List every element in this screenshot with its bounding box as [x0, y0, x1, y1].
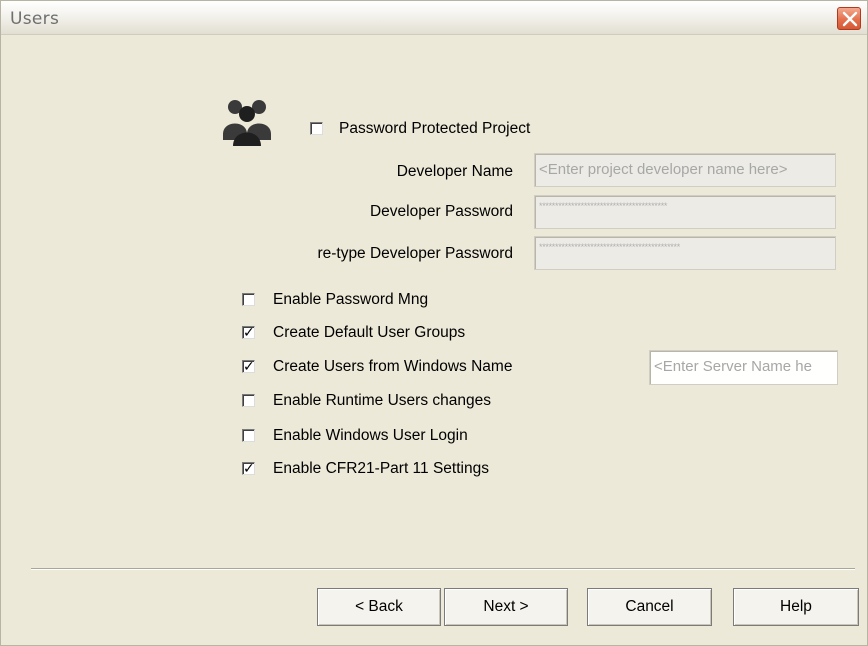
- password-protected-label: Password Protected Project: [339, 120, 531, 137]
- next-button[interactable]: Next >: [444, 588, 568, 626]
- enable-windows-login-label: Enable Windows User Login: [273, 427, 468, 444]
- back-button[interactable]: < Back: [317, 588, 441, 626]
- password-protected-checkbox[interactable]: [310, 122, 323, 135]
- close-button[interactable]: [837, 7, 861, 30]
- retype-password-label: re-type Developer Password: [317, 245, 513, 262]
- users-dialog: Users Password Protected Project Develop…: [0, 0, 868, 646]
- create-default-groups-label: Create Default User Groups: [273, 324, 466, 341]
- create-users-windows-checkbox[interactable]: ✓: [242, 358, 255, 374]
- create-users-windows-label: Create Users from Windows Name: [273, 358, 513, 375]
- enable-windows-login-checkbox[interactable]: [242, 429, 255, 442]
- create-default-groups-checkbox[interactable]: ✓: [242, 324, 255, 340]
- title-bar[interactable]: Users: [1, 1, 867, 35]
- divider: [31, 568, 855, 570]
- close-icon: [842, 11, 858, 27]
- developer-name-label: Developer Name: [396, 163, 513, 180]
- window-title: Users: [10, 9, 60, 29]
- cancel-button[interactable]: Cancel: [587, 588, 712, 626]
- enable-password-mng-checkbox[interactable]: [242, 293, 255, 306]
- enable-cfr21-checkbox[interactable]: ✓: [242, 460, 255, 476]
- users-group-icon: [223, 100, 271, 146]
- enable-cfr21-label: Enable CFR21-Part 11 Settings: [273, 460, 489, 477]
- developer-name-field[interactable]: <Enter project developer name here>: [534, 153, 836, 187]
- enable-runtime-changes-label: Enable Runtime Users changes: [273, 392, 491, 409]
- retype-password-field[interactable]: ****************************************…: [534, 236, 836, 270]
- server-name-field[interactable]: <Enter Server Name he: [649, 350, 838, 385]
- help-button[interactable]: Help: [733, 588, 859, 626]
- enable-password-mng-label: Enable Password Mng: [273, 291, 429, 308]
- enable-runtime-changes-checkbox[interactable]: [242, 394, 255, 407]
- developer-password-field[interactable]: ****************************************: [534, 195, 836, 229]
- developer-password-label: Developer Password: [369, 203, 513, 220]
